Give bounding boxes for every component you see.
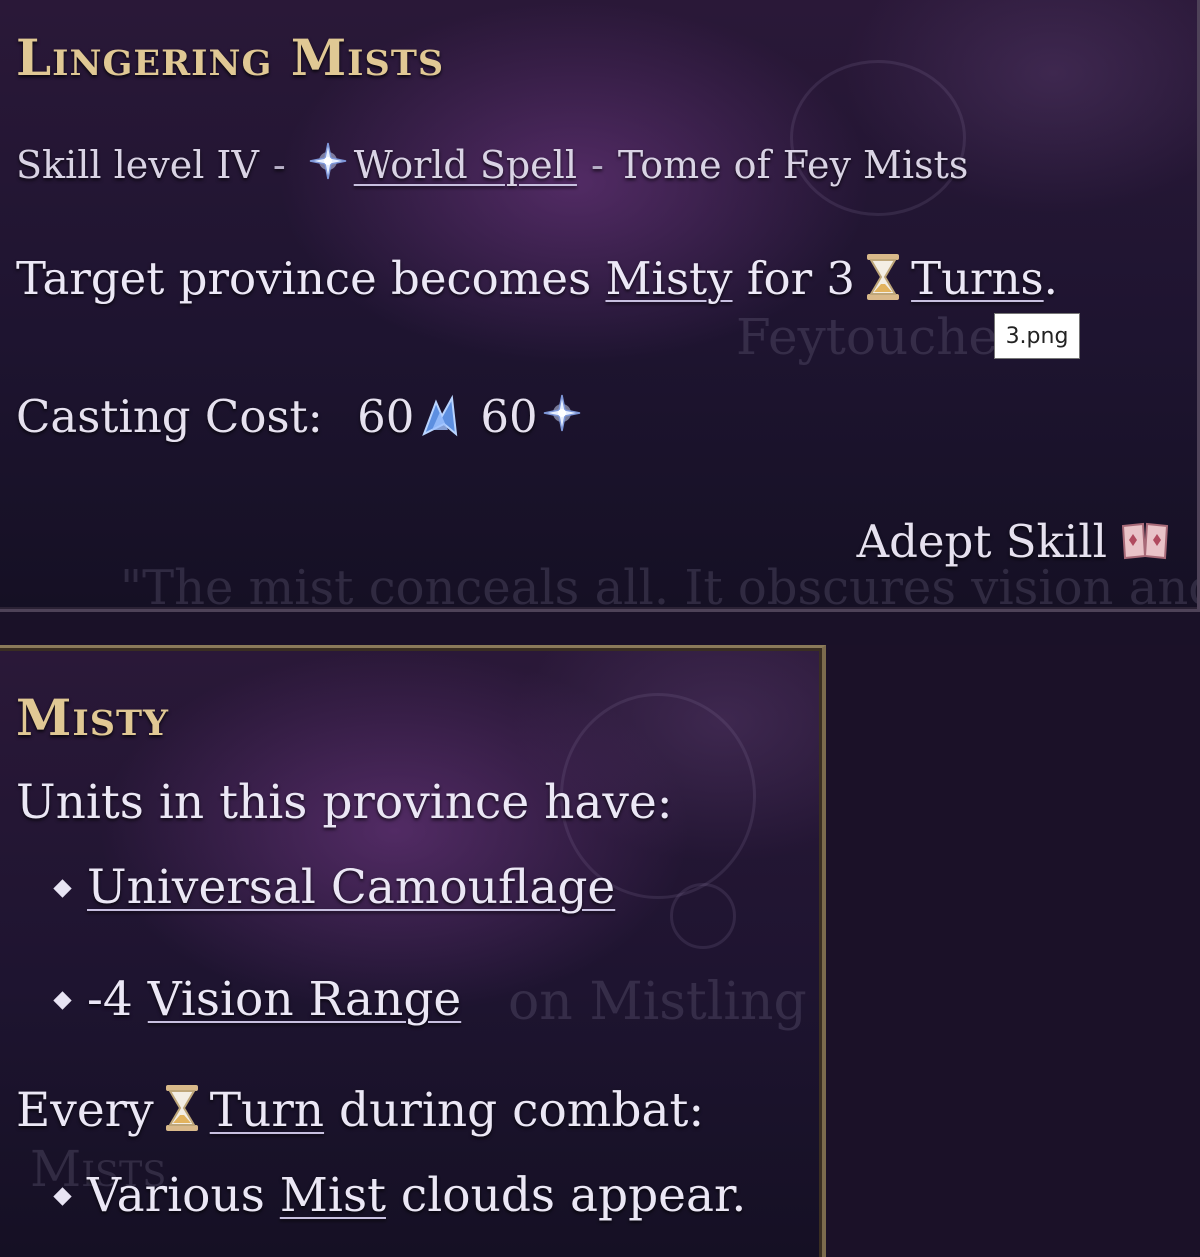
faint-emblem [790,60,966,216]
cost-essence-amount: 60 [357,390,415,443]
skill-subtitle: Skill level IV - World Spell - Tome of Fey … [16,142,969,189]
vision-modifier: -4 [87,972,133,1027]
skill-level: Skill level IV [16,143,259,187]
misty-link[interactable]: Misty [605,252,732,305]
combat-intro-suffix: during combat: [339,1083,705,1138]
separator: - [590,143,604,187]
list-item: -4 Vision Range [53,972,461,1027]
separator: - [272,143,286,187]
combat-effect-suffix: clouds appear. [400,1168,747,1223]
vision-range-link[interactable]: Vision Range [148,972,461,1027]
combat-effect-prefix: Various [87,1168,265,1223]
panel-gap [0,612,1200,645]
file-name-tooltip: 3.png [994,313,1080,359]
spellbook-icon [1121,522,1169,559]
skill-tier: Adept Skill [857,515,1169,568]
bullet-diamond-icon [53,879,72,898]
world-spell-star-icon [309,142,346,179]
description-prefix: Target province becomes [16,252,592,305]
skill-source: Tome of Fey Mists [617,143,969,187]
description-suffix: . [1043,252,1058,305]
skill-tooltip-panel: Feytouched "The mist conceals all. It ob… [0,0,1200,612]
cost-spell-amount: 60 [480,390,538,443]
faint-rank-emblem [670,883,736,949]
combat-intro: Every Turn during combat: [16,1083,704,1139]
world-spell-link[interactable]: World Spell [354,143,577,187]
universal-camouflage-link[interactable]: Universal Camouflage [87,860,615,915]
casting-cost: Casting Cost: 60 60 [16,390,588,444]
skill-tier-label: Adept Skill [856,515,1107,568]
spell-star-icon [543,394,580,431]
turns-link[interactable]: Turns [911,252,1044,305]
status-intro: Units in this province have: [16,775,673,830]
mist-link[interactable]: Mist [280,1168,386,1223]
description-duration: for 3 [746,252,856,305]
skill-title: Lingering Mists [16,28,445,87]
bullet-diamond-icon [53,991,72,1010]
status-title: Misty [16,688,170,747]
bullet-diamond-icon [53,1187,72,1206]
mana-essence-icon [422,394,458,436]
hourglass-icon [165,1085,198,1131]
turn-link[interactable]: Turn [210,1083,324,1138]
list-item: Various Mist clouds appear. [53,1168,747,1223]
casting-cost-label: Casting Cost: [16,390,323,443]
combat-intro-prefix: Every [16,1083,154,1138]
skill-description: Target province becomes Misty for 3 Turn… [16,252,1058,308]
hourglass-icon [867,253,900,300]
list-item: Universal Camouflage [53,860,615,915]
background-unit-name: on Mistling [508,972,807,1032]
background-unit-name: Feytouched [736,308,1030,366]
empty-backdrop [826,645,1200,1257]
